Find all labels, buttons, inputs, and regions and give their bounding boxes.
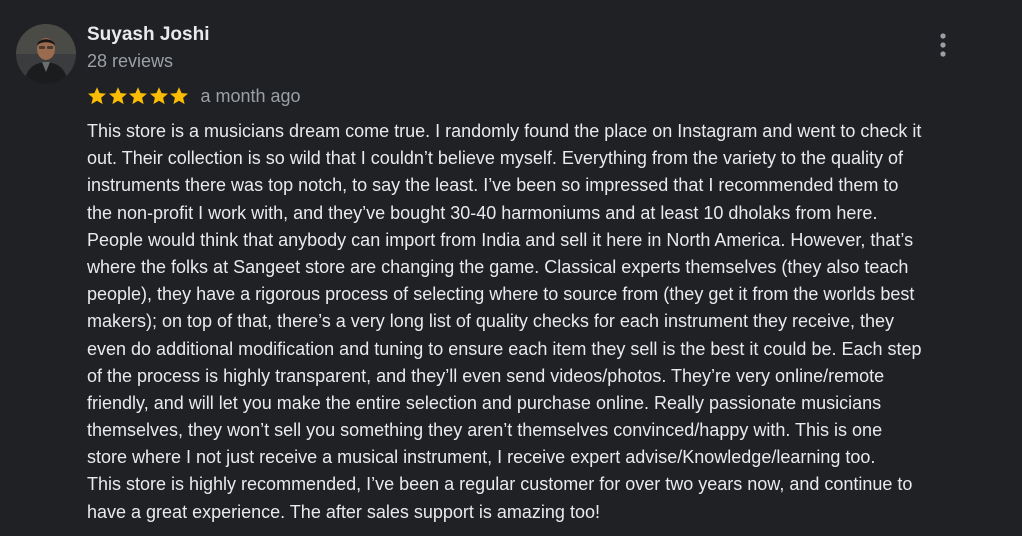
star-icon	[128, 86, 148, 106]
star-icon	[149, 86, 169, 106]
review-text-line: store where I not just receive a musical…	[87, 447, 876, 468]
review-card: Suyash Joshi 28 reviews a month ago This…	[0, 0, 1022, 536]
review-text-line: This store is a musicians dream come tru…	[87, 121, 922, 141]
review-text-line: even do additional modification and tuni…	[87, 338, 922, 359]
review-text-line: instruments there was top notch, to say …	[87, 175, 899, 196]
review-date: a month ago	[200, 86, 301, 106]
star-icon	[169, 86, 189, 106]
rating-row: a month ago	[87, 84, 301, 108]
user-profile-photo	[16, 24, 76, 84]
review-text-line: of the process is highly transparent, an…	[87, 365, 885, 386]
star-rating	[87, 86, 190, 106]
review-text-line: people), they have a rigorous process of…	[87, 284, 915, 305]
author-review-count: 28 reviews	[87, 51, 174, 71]
review-text-line: People would think that anybody can impo…	[87, 229, 914, 250]
more-options-button[interactable]	[928, 30, 958, 60]
star-icon	[87, 86, 107, 106]
review-text-line: makers); on top of that, there’s a very …	[87, 311, 895, 332]
author-name[interactable]: Suyash Joshi	[87, 24, 210, 46]
review-text-line: where the folks at Sangeet store are cha…	[87, 256, 909, 277]
author-avatar[interactable]	[16, 24, 76, 84]
review-text-line: themselves, they won’t sell you somethin…	[87, 420, 883, 441]
review-text-line: out. Their collection is so wild that I …	[87, 148, 904, 169]
review-text-line: friendly, and will let you make the enti…	[87, 392, 882, 413]
more-vert-icon	[940, 33, 946, 57]
review-text-line: have a great experience. The after sales…	[87, 501, 600, 522]
review-text-line: the non-profit I work with, and they’ve …	[87, 202, 878, 223]
review-text: This store is a musicians dream come tru…	[87, 118, 1002, 526]
review-text-line: This store is highly recommended, I’ve b…	[87, 474, 913, 495]
star-icon	[108, 86, 128, 106]
